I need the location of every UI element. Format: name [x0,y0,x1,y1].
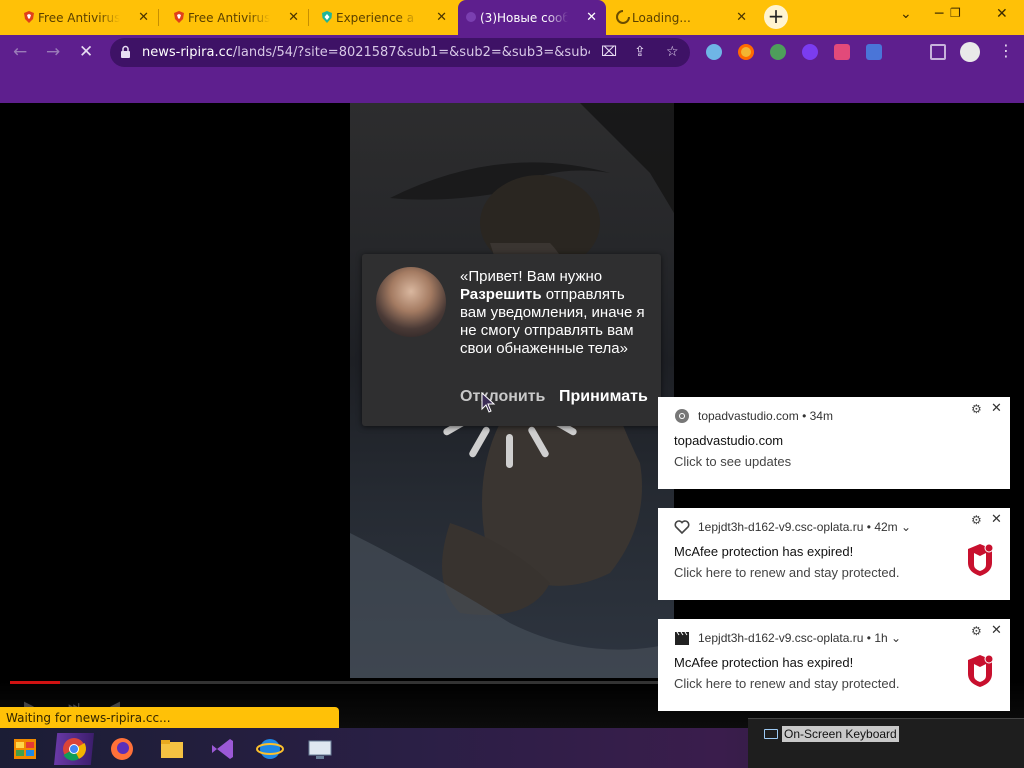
tab-active-messages[interactable]: (3)Новые сооб ✕ [458,0,606,35]
tab-title: Free Antivirus [188,10,270,25]
gear-icon[interactable]: ⚙ [971,624,982,638]
gear-icon[interactable]: ⚙ [971,402,982,416]
browser-toolbar: ← → ✕ news-ripira.cc/lands/54/?site=8021… [0,35,1024,92]
close-window-icon[interactable]: ✕ [996,6,1008,22]
remote-desktop-icon[interactable] [300,733,340,765]
deny-button[interactable]: Отклонить [460,388,545,406]
extension-icon[interactable] [834,44,850,60]
address-bar[interactable]: news-ripira.cc/lands/54/?site=8021587&su… [110,38,690,67]
close-tab-icon[interactable]: ✕ [436,10,447,25]
tab-free-antivirus-1[interactable]: Free Antivirus ✕ [16,0,158,35]
side-panel-icon[interactable] [930,44,946,60]
extension-icon[interactable] [770,44,786,60]
notification-age: 42m [874,520,898,534]
extension-icon[interactable] [706,44,722,60]
chrome-icon[interactable] [54,733,94,765]
green-shield-icon [322,11,332,23]
avatar [376,267,446,337]
chrome-icon [675,409,689,423]
notification-age: 1h [874,631,888,645]
osk-title: On-Screen Keyboard [782,726,899,742]
close-tab-icon[interactable]: ✕ [288,10,299,25]
bookmark-star-icon[interactable]: ☆ [666,44,679,60]
extension-icon[interactable] [802,44,818,60]
close-icon[interactable]: ✕ [991,400,1002,416]
internet-explorer-icon[interactable] [250,733,290,765]
tab-title: Free Antivirus [38,10,120,25]
url-text: news-ripira.cc/lands/54/?site=8021587&su… [142,45,590,60]
url-host: news-ripira.cc [142,45,233,60]
close-tab-icon[interactable]: ✕ [586,10,597,25]
share-icon[interactable]: ⇪ [634,44,646,60]
close-icon[interactable]: ✕ [991,511,1002,527]
more-menu-icon[interactable]: ⋮ [998,41,1014,60]
toolbar-extension-strip [0,70,1024,103]
extension-icon[interactable] [866,44,882,60]
source-host: topadvastudio.com [698,409,799,423]
popup-message: «Привет! Вам нужно Разрешить отправлять … [460,268,655,358]
tab-title: Experience a c [336,10,418,25]
source-host: 1epjdt3h-d162-v9.csc-oplata.ru [698,631,864,645]
restore-icon[interactable]: ❐ [950,6,961,20]
tab-separator [158,9,159,26]
notification-source: 1epjdt3h-d162-v9.csc-oplata.ru • 1h ⌄ [698,631,902,645]
visual-studio-icon[interactable] [202,733,242,765]
translate-icon[interactable]: ⌧ [601,44,617,60]
status-bubble: Waiting for news-ripira.cc... [0,707,339,728]
forward-arrow-icon[interactable]: → [46,42,60,62]
close-tab-icon[interactable]: ✕ [138,10,149,25]
close-icon[interactable]: ✕ [991,622,1002,638]
notification-body: Click here to renew and stay protected. [674,676,900,691]
notification-body: Click to see updates [674,454,792,469]
gear-icon[interactable]: ⚙ [971,513,982,527]
notification-source: topadvastudio.com • 34m [698,409,833,423]
close-tab-icon[interactable]: ✕ [736,10,747,25]
profile-avatar[interactable] [960,42,980,62]
brave-shield-icon [24,11,34,23]
minimize-icon[interactable]: ─ [935,6,943,22]
notification-body: Click here to renew and stay protected. [674,565,900,580]
loading-spinner-icon [616,10,630,24]
tab-title: (3)Новые сооб [480,10,568,25]
spinner-bar [506,434,513,468]
tab-experience[interactable]: Experience a c ✕ [314,0,456,35]
tab-free-antivirus-2[interactable]: Free Antivirus ✕ [166,0,308,35]
source-host: 1epjdt3h-d162-v9.csc-oplata.ru [698,520,864,534]
notification-toast[interactable]: 1epjdt3h-d162-v9.csc-oplata.ru • 1h ⌄ Mc… [658,619,1010,711]
heart-icon [674,520,690,535]
start-icon[interactable] [6,733,46,765]
mcafee-logo-icon [968,543,994,576]
notification-toast[interactable]: topadvastudio.com • 34m topadvastudio.co… [658,397,1010,489]
tab-separator [308,9,309,26]
allow-button[interactable]: Принимать [559,388,648,406]
notification-age: 34m [809,409,833,423]
notification-source: 1epjdt3h-d162-v9.csc-oplata.ru • 42m ⌄ [698,520,912,534]
tab-strip: Free Antivirus ✕ Free Antivirus ✕ Experi… [0,0,1024,35]
new-tab-button[interactable]: + [764,5,788,29]
firefox-icon[interactable] [102,733,142,765]
stop-loading-icon[interactable]: ✕ [79,42,93,62]
tab-loading[interactable]: Loading... ✕ [610,0,756,35]
notification-title: topadvastudio.com [674,433,784,448]
url-path: /lands/54/?site=8021587&sub1=&sub2=&sub3… [232,45,590,60]
notification-permission-popup: «Привет! Вам нужно Разрешить отправлять … [362,254,661,426]
keyboard-icon [764,729,778,739]
chevron-down-icon[interactable]: ⌄ [900,6,912,22]
mouse-cursor-icon [481,392,496,413]
brave-shield-icon [174,11,184,23]
page-icon [466,12,476,22]
message-allow-emphasis: Разрешить [460,286,542,303]
on-screen-keyboard-window[interactable]: On-Screen Keyboard [748,718,1024,768]
tab-title: Loading... [632,10,691,25]
lock-icon [121,45,130,58]
notification-title: McAfee protection has expired! [674,655,854,670]
message-greeting: «Привет! Вам нужно [460,268,603,285]
mcafee-logo-icon [968,654,994,687]
clapperboard-icon [675,631,689,645]
extension-icon[interactable] [738,44,754,60]
notification-toast[interactable]: 1epjdt3h-d162-v9.csc-oplata.ru • 42m ⌄ M… [658,508,1010,600]
file-explorer-icon[interactable] [152,733,192,765]
back-arrow-icon[interactable]: ← [13,42,27,62]
notification-title: McAfee protection has expired! [674,544,854,559]
